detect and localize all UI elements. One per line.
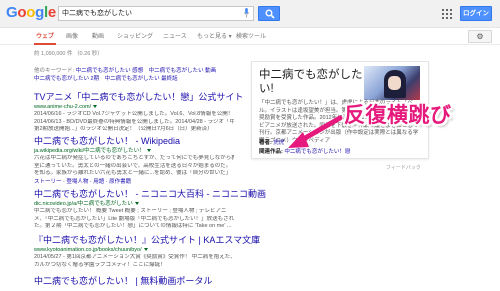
search-results-page: Google 中二病でも恋がしたい ログイン ウェブ 画像 動画 ショッピング … bbox=[0, 0, 500, 291]
annotation-arrow-icon bbox=[288, 115, 343, 148]
annotation-label: 反復横跳び bbox=[344, 104, 452, 127]
